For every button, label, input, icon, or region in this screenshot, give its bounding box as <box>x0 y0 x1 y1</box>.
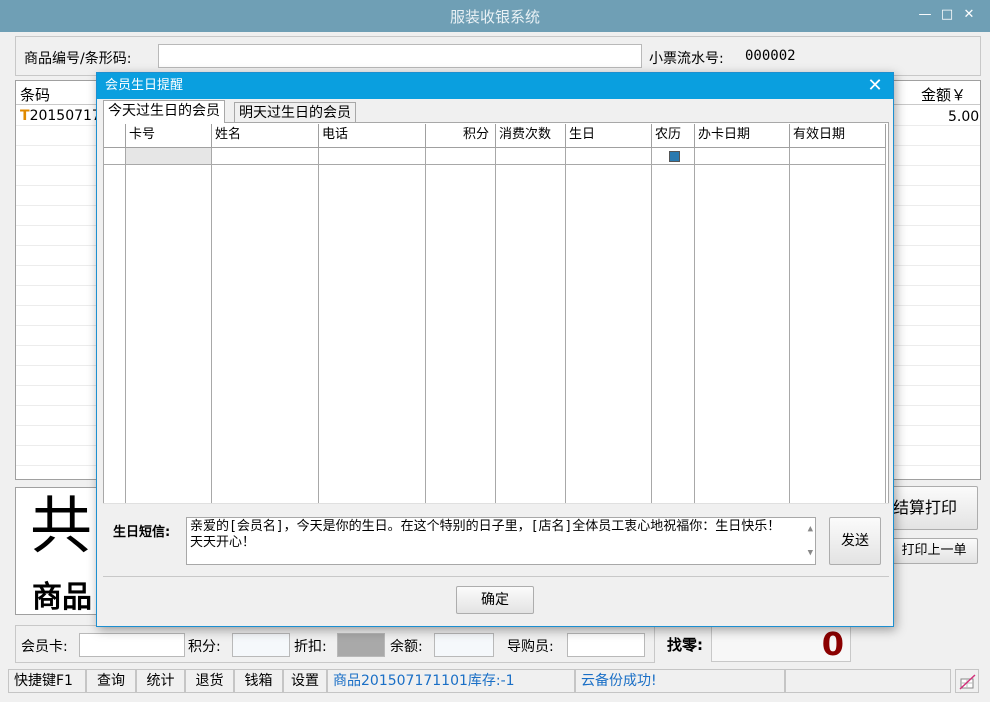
row-indicator-header <box>104 124 126 148</box>
stock-message: 商品201507171101库存:-1 <box>327 669 575 693</box>
total-big-text: 共 <box>30 489 93 562</box>
barcode-input[interactable] <box>158 44 642 68</box>
col-name[interactable]: 姓名 <box>212 124 319 148</box>
dialog-title: 会员生日提醒 <box>105 78 184 93</box>
row-marker-icon: T <box>20 108 30 124</box>
ok-button[interactable]: 确定 <box>456 586 534 614</box>
col-lunar[interactable]: 农历 <box>652 124 695 148</box>
maximize-button[interactable]: □ <box>936 5 958 25</box>
birthday-reminder-dialog: 会员生日提醒 ✕ 今天过生日的会员 明天过生日的会员 卡号 姓名 电话 积分 消… <box>96 72 894 627</box>
col-card-no[interactable]: 卡号 <box>126 124 212 148</box>
resize-grip-icon[interactable] <box>955 669 979 693</box>
col-visit-count[interactable]: 消费次数 <box>496 124 566 148</box>
shortcut-f1-button[interactable]: 快捷键F1 <box>8 669 86 693</box>
status-empty-panel <box>785 669 951 693</box>
birthday-sms-panel: 生日短信: 亲爱的[会员名]，今天是你的生日。在这个特别的日子里，[店名]全体员… <box>103 503 889 576</box>
col-birthday[interactable]: 生日 <box>566 124 652 148</box>
cashbox-button[interactable]: 钱箱 <box>234 669 283 693</box>
dialog-close-button[interactable]: ✕ <box>865 75 885 97</box>
guide-label: 导购员: <box>507 639 554 655</box>
app-title: 服装收银系统 <box>449 8 540 26</box>
col-amount-header: 金额￥ <box>921 86 967 104</box>
return-button[interactable]: 退货 <box>185 669 234 693</box>
summary-panel: 共 商品 <box>15 487 105 615</box>
row-amount: 5.00 <box>948 109 980 125</box>
discount-label: 折扣: <box>294 639 327 655</box>
query-button[interactable]: 查询 <box>86 669 136 693</box>
balance-field <box>434 633 494 657</box>
title-bar: 服装收银系统 — □ ✕ <box>0 0 990 32</box>
settings-button[interactable]: 设置 <box>283 669 327 693</box>
col-phone[interactable]: 电话 <box>319 124 426 148</box>
points-field <box>232 633 290 657</box>
print-last-button[interactable]: 打印上一单 <box>890 538 978 564</box>
tab-tomorrow-birthdays[interactable]: 明天过生日的会员 <box>234 102 356 122</box>
scroll-up-icon[interactable]: ▲ <box>808 521 813 537</box>
selected-cell[interactable] <box>126 148 212 164</box>
points-label: 积分: <box>188 639 221 655</box>
sms-label: 生日短信: <box>113 525 171 540</box>
barcode-panel: 商品编号/条形码: 小票流水号: 000002 <box>15 36 981 76</box>
dialog-divider <box>103 576 889 577</box>
status-bar: 快捷键F1 查询 统计 退货 钱箱 设置 商品201507171101库存:-1… <box>8 669 990 693</box>
balance-label: 余额: <box>390 639 423 655</box>
guide-input[interactable] <box>567 633 645 657</box>
col-card-date[interactable]: 办卡日期 <box>695 124 790 148</box>
minimize-button[interactable]: — <box>914 5 936 25</box>
scroll-down-icon[interactable]: ▼ <box>808 545 813 561</box>
stats-button[interactable]: 统计 <box>136 669 185 693</box>
dialog-title-bar: 会员生日提醒 <box>97 73 893 99</box>
col-barcode-header: 条码 <box>20 86 51 104</box>
member-card-input[interactable] <box>79 633 185 657</box>
sms-textarea[interactable]: 亲爱的[会员名]，今天是你的生日。在这个特别的日子里，[店名]全体员工衷心地祝福… <box>186 517 816 565</box>
col-points[interactable]: 积分 <box>426 124 496 148</box>
row-barcode: 20150717 <box>29 108 101 124</box>
lunar-checkbox[interactable] <box>669 151 680 162</box>
goods-label: 商品 <box>32 580 92 615</box>
col-expire-date[interactable]: 有效日期 <box>790 124 886 148</box>
cloud-backup-message: 云备份成功! <box>575 669 785 693</box>
member-panel: 会员卡: 积分: 折扣: 余额: 导购员: <box>15 625 655 663</box>
barcode-label: 商品编号/条形码: <box>24 51 132 67</box>
receipt-label: 小票流水号: <box>649 51 724 67</box>
send-sms-button[interactable]: 发送 <box>829 517 881 565</box>
receipt-number: 000002 <box>745 48 796 64</box>
member-card-label: 会员卡: <box>21 639 68 655</box>
change-value: 0 <box>821 625 844 663</box>
tab-today-birthdays[interactable]: 今天过生日的会员 <box>103 100 225 123</box>
change-display: 0 <box>711 625 851 663</box>
discount-field <box>337 633 385 657</box>
sms-text: 亲爱的[会员名]，今天是你的生日。在这个特别的日子里，[店名]全体员工衷心地祝福… <box>190 519 781 550</box>
table-row[interactable]: T20150717 <box>20 108 101 124</box>
close-button[interactable]: ✕ <box>958 5 980 25</box>
change-label: 找零: <box>667 636 703 654</box>
